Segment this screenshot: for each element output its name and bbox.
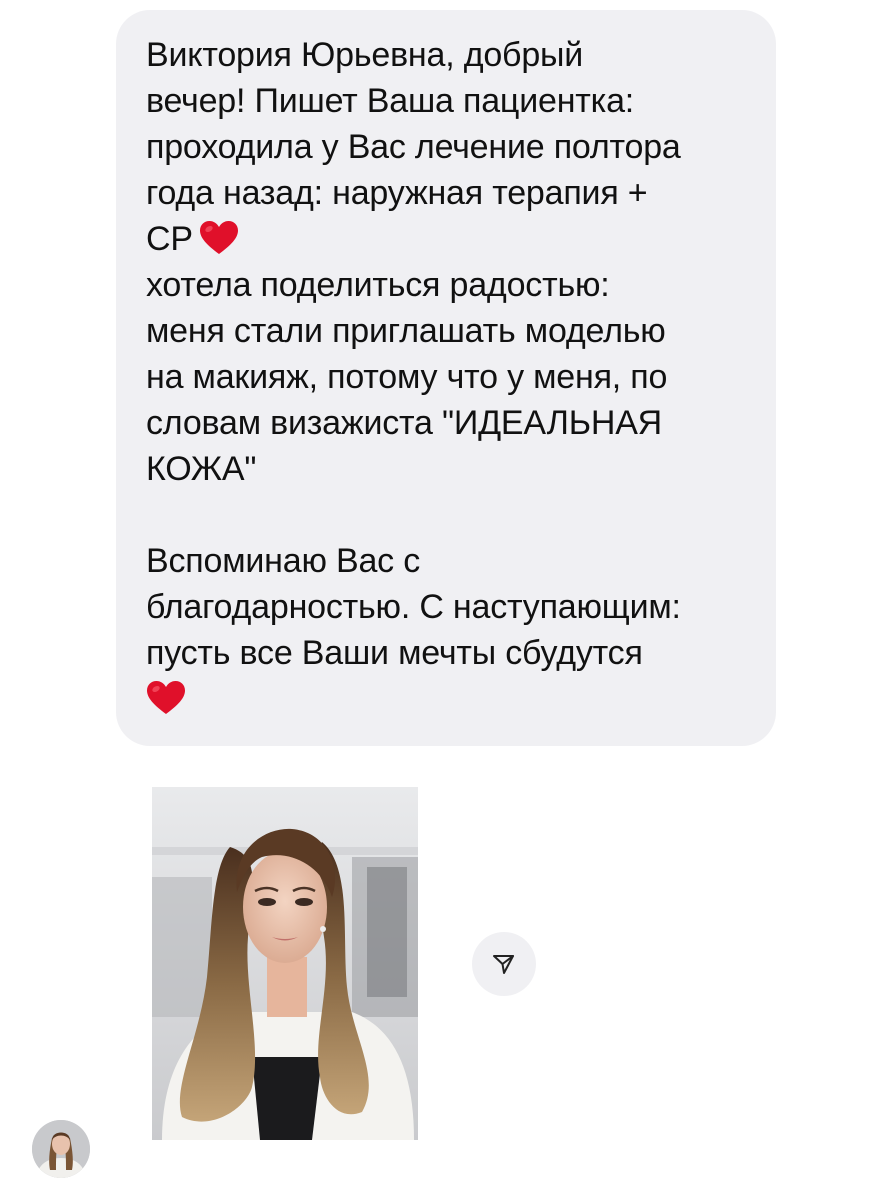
portrait-photo (152, 787, 418, 1140)
share-button[interactable] (472, 932, 536, 996)
user-avatar-icon (32, 1120, 90, 1178)
send-arrow-icon (493, 955, 514, 974)
photo-attachment[interactable] (152, 787, 418, 1140)
red-heart-icon (147, 681, 185, 715)
message-paragraph-2: хотела поделиться радостью: меня стали п… (146, 266, 668, 488)
message-paragraph-1: Виктория Юрьевна, добрый вечер! Пишет Ва… (146, 36, 681, 258)
message-bubble[interactable]: Виктория Юрьевна, добрый вечер! Пишет Ва… (116, 10, 776, 746)
sender-avatar[interactable] (32, 1120, 90, 1178)
message-paragraph-3: Вспоминаю Вас с благодарностью. С наступ… (146, 538, 750, 722)
red-heart-icon (199, 221, 238, 255)
